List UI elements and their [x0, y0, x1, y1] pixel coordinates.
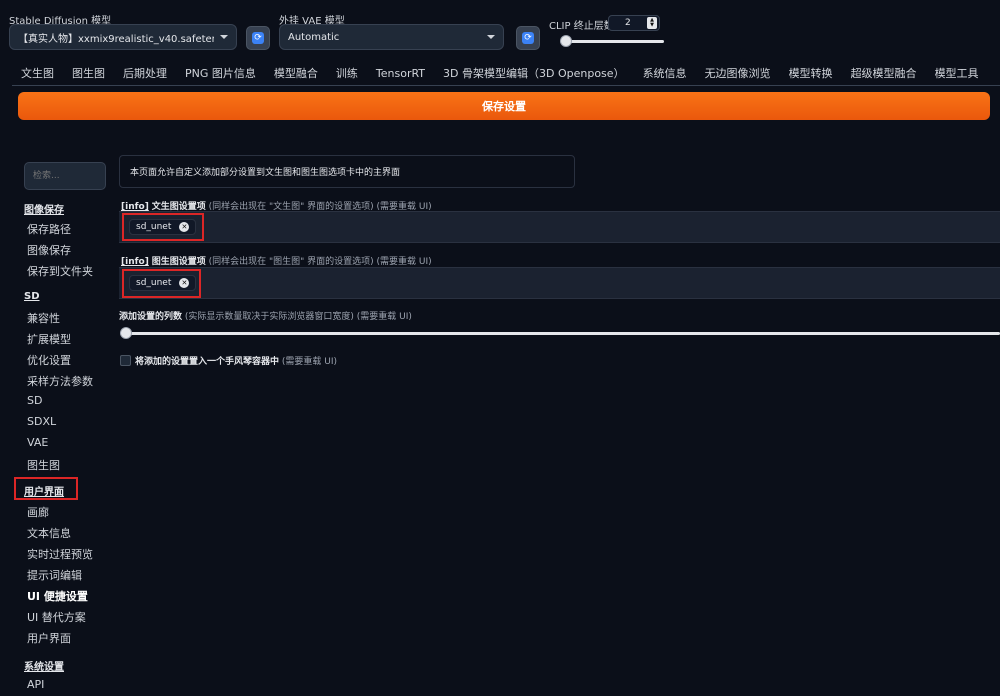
nav-item-sampler-params[interactable]: 采样方法参数 [27, 373, 93, 389]
nav-item-gallery[interactable]: 画廊 [27, 504, 49, 520]
tab-12[interactable]: 模型工具 [926, 66, 988, 84]
clip-skip-label: CLIP 终止层数 [549, 21, 614, 32]
tab-11[interactable]: 超级模型融合 [842, 66, 926, 84]
nav-item-compatibility[interactable]: 兼容性 [27, 310, 60, 326]
tab-2[interactable]: 后期处理 [114, 66, 176, 84]
img2img-chip-sd-unet[interactable]: sd_unet ✕ [129, 275, 197, 291]
nav-item-optimizations[interactable]: 优化设置 [27, 352, 71, 368]
close-icon[interactable]: ✕ [179, 278, 190, 288]
stepper-icon[interactable]: ▲ ▼ [647, 17, 657, 29]
accordion-label: 将添加的设置置入一个手风琴容器中 (需要重载 UI) [135, 354, 337, 367]
tab-8[interactable]: 系统信息 [634, 66, 696, 84]
nav-section-system[interactable]: 系统设置 [24, 658, 64, 673]
chip-label: sd_unet [136, 222, 172, 232]
nav-item-prompt-editing[interactable]: 提示词编辑 [27, 567, 82, 583]
chevron-down-icon [487, 35, 495, 39]
columns-slider-track[interactable] [120, 332, 1000, 335]
tab-4[interactable]: 模型融合 [265, 66, 327, 84]
nav-item-img2img[interactable]: 图生图 [27, 457, 60, 473]
clip-skip-input[interactable]: 2 ▲ ▼ [608, 15, 660, 31]
accordion-note: (需要重载 UI) [281, 357, 338, 367]
accordion-checkbox[interactable] [120, 355, 131, 366]
nav-item-live-preview[interactable]: 实时过程预览 [27, 546, 93, 562]
nav-item-image-saving[interactable]: 图像保存 [27, 242, 71, 258]
img2img-settings-label: [info] 图生图设置项 (同样会出现在 "图生图" 界面的设置选项) (需要… [121, 254, 432, 267]
nav-item-ui-alternatives[interactable]: UI 替代方案 [27, 609, 86, 625]
tab-9[interactable]: 无边图像浏览 [696, 66, 780, 84]
tab-7[interactable]: 3D 骨架模型编辑（3D Openpose） [434, 66, 634, 84]
nav-item-infotext[interactable]: 文本信息 [27, 525, 71, 541]
nav-item-sd[interactable]: SD [27, 394, 42, 407]
clip-skip-slider-thumb[interactable] [560, 35, 572, 47]
intro-text: 本页面允许自定义添加部分设置到文生图和图生图选项卡中的主界面 [130, 168, 401, 178]
clip-skip-value: 2 [625, 18, 631, 28]
refresh-vae-button[interactable]: ⟳ [516, 26, 540, 50]
intro-box: 本页面允许自定义添加部分设置到文生图和图生图选项卡中的主界面 [119, 155, 575, 188]
columns-note: (实际显示数量取决于实际浏览器窗口宽度) (需要重载 UI) [184, 312, 412, 322]
save-settings-button[interactable]: 保存设置 [18, 92, 990, 120]
nav-item-quicksettings[interactable]: UI 便捷设置 [27, 588, 88, 604]
nav-section-image-saving[interactable]: 图像保存 [24, 201, 64, 216]
columns-label: 添加设置的列数 (实际显示数量取决于实际浏览器窗口宽度) (需要重载 UI) [119, 309, 412, 322]
chip-label: sd_unet [136, 278, 172, 288]
nav-item-vae[interactable]: VAE [27, 436, 48, 449]
sd-model-dropdown[interactable]: 【真实人物】xxmix9realistic_v40.safetensors [ [9, 24, 237, 50]
tab-1[interactable]: 图生图 [63, 66, 114, 84]
accordion-title: 将添加的设置置入一个手风琴容器中 [135, 357, 280, 367]
img2img-settings-multiselect[interactable] [119, 267, 1000, 299]
img2img-settings-title: 图生图设置项 [151, 257, 206, 267]
tab-0[interactable]: 文生图 [12, 66, 63, 84]
nav-section-user-interface[interactable]: 用户界面 [24, 483, 64, 498]
vae-dropdown[interactable]: Automatic [279, 24, 504, 50]
nav-item-sdxl[interactable]: SDXL [27, 415, 56, 428]
info-tag: [info] [121, 257, 149, 267]
refresh-icon: ⟳ [252, 32, 264, 44]
tab-3[interactable]: PNG 图片信息 [176, 66, 265, 84]
tab-10[interactable]: 模型转换 [780, 66, 842, 84]
settings-search-input[interactable] [24, 162, 106, 190]
sd-model-value: 【真实人物】xxmix9realistic_v40.safetensors [ [18, 33, 214, 45]
main-tabs: 文生图 图生图 后期处理 PNG 图片信息 模型融合 训练 TensorRT 3D 骨架模型编… [12, 66, 988, 84]
nav-item-save-to-dir[interactable]: 保存到文件夹 [27, 263, 93, 279]
nav-item-save-path[interactable]: 保存路径 [27, 221, 71, 237]
chevron-down-icon [220, 35, 228, 39]
txt2img-settings-multiselect[interactable] [119, 211, 1000, 243]
tab-6[interactable]: TensorRT [367, 66, 434, 84]
refresh-icon: ⟳ [522, 32, 534, 44]
nav-item-api[interactable]: API [27, 678, 44, 691]
refresh-sd-model-button[interactable]: ⟳ [246, 26, 270, 50]
columns-slider-thumb[interactable] [120, 327, 132, 339]
nav-section-sd[interactable]: SD [24, 291, 40, 302]
txt2img-chip-sd-unet[interactable]: sd_unet ✕ [129, 219, 197, 235]
tabs-divider [12, 85, 1000, 86]
close-icon[interactable]: ✕ [179, 222, 190, 232]
img2img-settings-note: (同样会出现在 "图生图" 界面的设置选项) (需要重载 UI) [208, 257, 432, 267]
tab-5[interactable]: 训练 [327, 66, 367, 84]
nav-item-user-interface[interactable]: 用户界面 [27, 630, 71, 646]
clip-skip-slider-track[interactable] [560, 40, 664, 43]
columns-title: 添加设置的列数 [119, 312, 183, 322]
nav-item-extra-networks[interactable]: 扩展模型 [27, 331, 71, 347]
vae-value: Automatic [288, 31, 340, 43]
